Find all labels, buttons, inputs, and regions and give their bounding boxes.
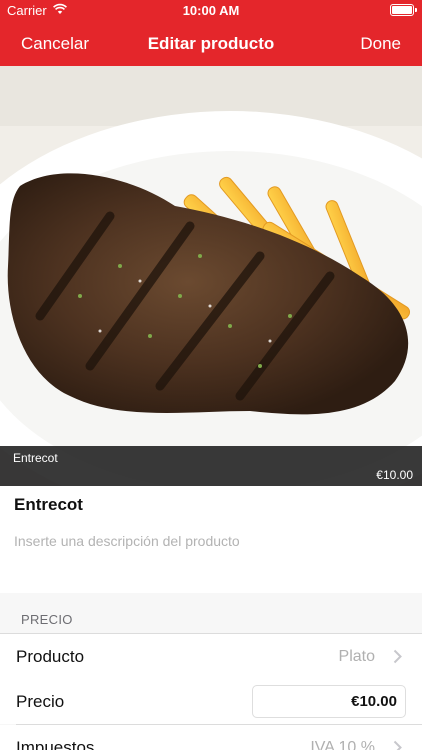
caption-price: €10.00 <box>376 468 413 482</box>
price-input-box[interactable] <box>252 685 406 718</box>
battery-icon <box>390 4 417 16</box>
product-name-field[interactable]: Entrecot <box>14 495 83 515</box>
navigation-bar: Cancelar Editar producto Done <box>0 22 422 66</box>
product-type-row[interactable]: Producto Plato <box>0 634 422 679</box>
row-label: Producto <box>16 647 85 666</box>
price-row: Precio <box>0 679 422 724</box>
steak-image <box>0 66 422 486</box>
section-header: PRECIO <box>21 612 73 627</box>
product-photo[interactable]: Entrecot €10.00 <box>0 66 422 486</box>
row-label: Precio <box>16 692 65 711</box>
page-title: Editar producto <box>147 34 275 53</box>
price-section: PRECIO Producto Plato Precio Impuestos I… <box>0 593 422 750</box>
chevron-right-icon <box>393 740 402 750</box>
clock-label: 10:00 AM <box>182 3 240 18</box>
row-value: Plato <box>338 648 375 665</box>
row-label: Impuestos <box>16 738 95 750</box>
description-field[interactable]: Inserte una descripción del producto <box>14 533 240 549</box>
tax-row[interactable]: Impuestos IVA 10 % <box>0 725 422 750</box>
price-input[interactable] <box>253 686 405 717</box>
top-bar: Carrier 10:00 AM Cancelar Editar product… <box>0 0 422 66</box>
photo-caption: Entrecot €10.00 <box>0 446 422 486</box>
row-value: IVA 10 % <box>310 739 375 750</box>
done-button[interactable]: Done <box>360 34 401 54</box>
chevron-right-icon <box>393 649 402 664</box>
status-bar: Carrier 10:00 AM <box>0 0 422 22</box>
caption-name: Entrecot <box>13 451 58 465</box>
